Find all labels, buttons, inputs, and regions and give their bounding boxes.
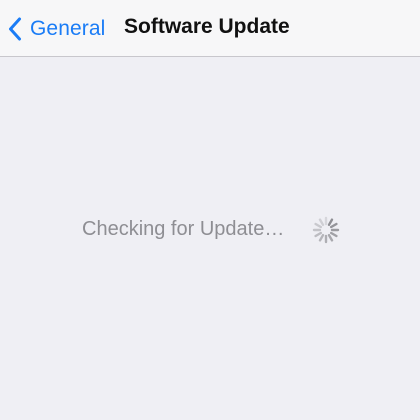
spinner-spoke [318, 233, 325, 242]
status-message: Checking for Update… [82, 218, 285, 240]
back-button[interactable]: General [8, 10, 105, 48]
chevron-left-icon [8, 17, 22, 41]
spinner-spoke [314, 231, 323, 238]
navigation-bar: General Software Update [0, 0, 420, 57]
spinner-spoke [327, 233, 334, 242]
spinner-spoke [329, 231, 338, 238]
spinner-spoke [314, 222, 323, 229]
spinner-spoke [318, 218, 325, 227]
page-title: Software Update [124, 15, 290, 38]
back-button-label: General [30, 17, 106, 40]
spinner-spoke [329, 222, 338, 229]
update-status: Checking for Update… [0, 212, 420, 248]
activity-spinner-icon [312, 216, 340, 244]
spinner-spoke [327, 218, 334, 227]
